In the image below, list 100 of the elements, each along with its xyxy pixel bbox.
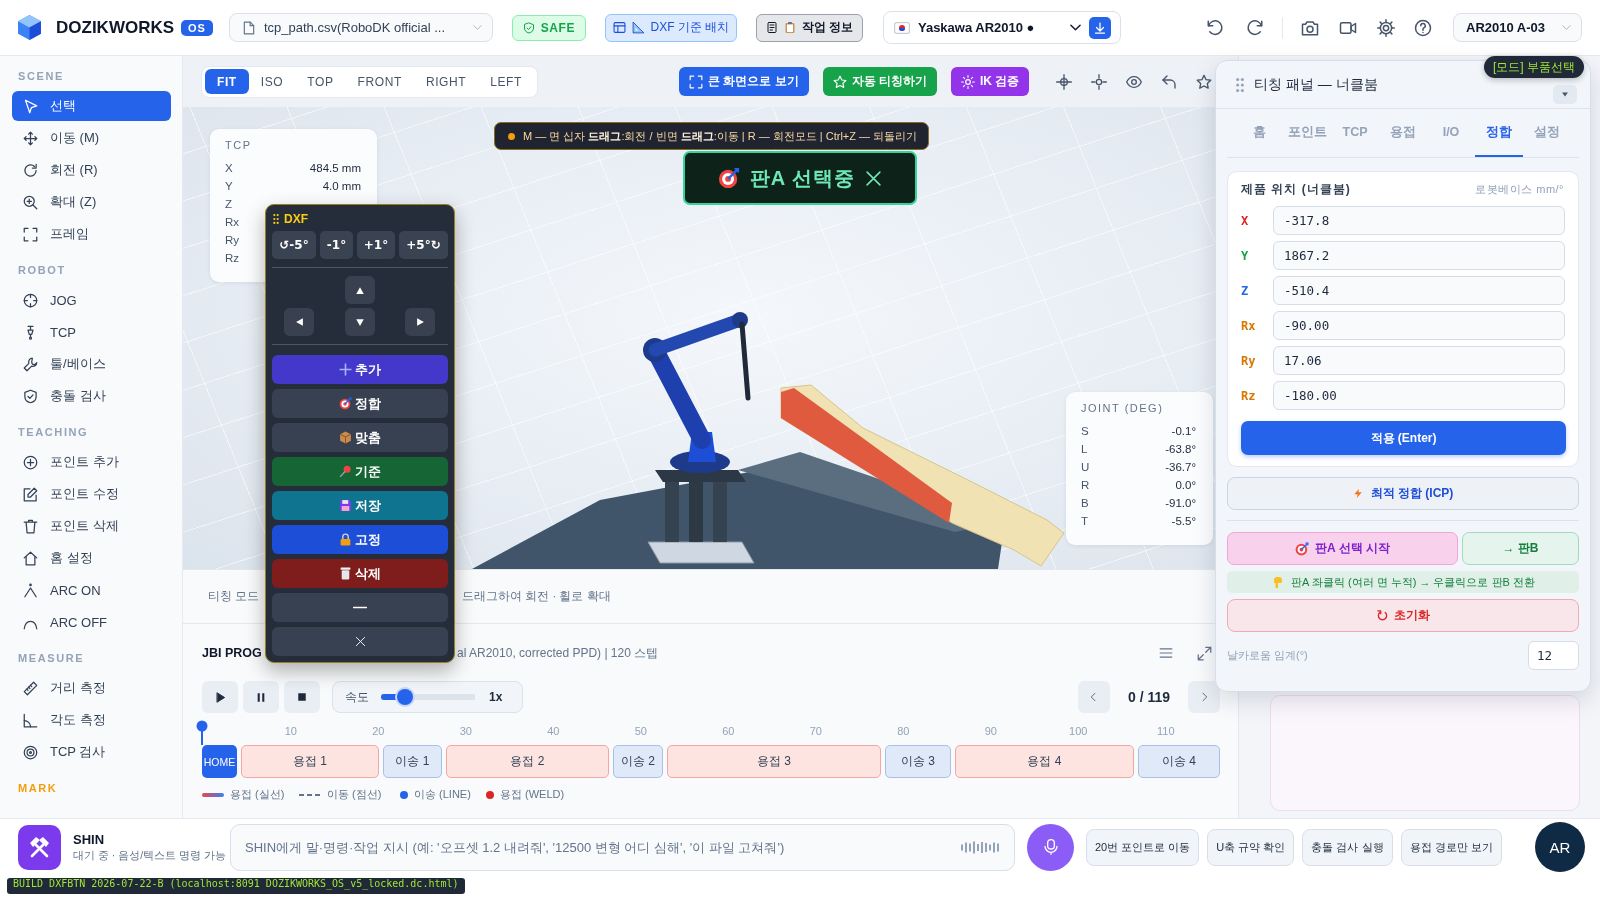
- weld-segment[interactable]: 용접 4: [955, 745, 1134, 778]
- lock-button[interactable]: 고정: [272, 525, 448, 554]
- coordinate-field[interactable]: 1867.2: [1273, 241, 1565, 270]
- station-dropdown[interactable]: AR2010 A-03: [1453, 13, 1582, 42]
- sidebar-item[interactable]: 포인트 추가: [12, 447, 171, 477]
- move-segment[interactable]: 이송 4: [1138, 745, 1220, 778]
- sidebar-item[interactable]: 각도 측정: [12, 705, 171, 735]
- robot-dropdown[interactable]: Yaskawa AR2010 ●: [882, 11, 1121, 44]
- sidebar-item[interactable]: ARC OFF: [12, 607, 171, 637]
- stop-button[interactable]: [284, 681, 320, 713]
- eye-icon[interactable]: [1126, 73, 1142, 90]
- move-segment[interactable]: 이송 2: [613, 745, 663, 778]
- sidebar-item[interactable]: 거리 측정: [12, 673, 171, 703]
- undo-icon[interactable]: [1206, 18, 1224, 37]
- view-tab[interactable]: LEFT: [478, 69, 534, 94]
- coordinate-field[interactable]: -90.00: [1273, 311, 1565, 340]
- grip-icon[interactable]: [273, 214, 279, 224]
- sidebar-item[interactable]: 프레임: [12, 219, 171, 249]
- view-tab[interactable]: RIGHT: [413, 69, 479, 94]
- axis-label: X: [225, 161, 233, 175]
- icp-match-button[interactable]: 최적 정합 (ICP): [1227, 477, 1579, 510]
- coordinate-field[interactable]: 17.06: [1273, 346, 1565, 375]
- threshold-field[interactable]: 12: [1528, 641, 1579, 670]
- tick-label: 20: [372, 725, 385, 737]
- grip-icon[interactable]: [1236, 77, 1244, 92]
- plate-b-button[interactable]: → 판B: [1462, 532, 1579, 565]
- quick-command-button[interactable]: 20번 포인트로 이동: [1086, 828, 1200, 866]
- move-crosshair-icon[interactable]: [1056, 73, 1072, 90]
- close-icon[interactable]: [865, 169, 883, 187]
- rotate-step-button[interactable]: ↺-5°: [272, 231, 316, 259]
- weld-segment[interactable]: 용접 2: [446, 745, 609, 778]
- pause-button[interactable]: [243, 681, 279, 713]
- panel-tab[interactable]: 정합: [1475, 109, 1523, 157]
- reset-button[interactable]: 초기화: [1227, 599, 1579, 632]
- sidebar-item[interactable]: 포인트 수정: [12, 479, 171, 509]
- profile-button[interactable]: AR: [1535, 822, 1585, 872]
- rotate-step-button[interactable]: -1°: [320, 231, 353, 259]
- view-tab[interactable]: TOP: [295, 69, 346, 94]
- move-segment[interactable]: 이송 1: [383, 745, 442, 778]
- sidebar-item[interactable]: 확대 (Z): [12, 187, 171, 217]
- list-icon[interactable]: [1158, 646, 1174, 660]
- star-icon[interactable]: [1196, 73, 1212, 90]
- sidebar-item[interactable]: 홈 설정: [12, 543, 171, 573]
- locate-icon[interactable]: [1091, 73, 1107, 90]
- coordinate-field[interactable]: -317.8: [1273, 206, 1565, 235]
- sidebar-item[interactable]: TCP 검사: [12, 737, 171, 767]
- help-icon[interactable]: [1414, 18, 1432, 37]
- sidebar-item[interactable]: ARC ON: [12, 575, 171, 605]
- fit-button[interactable]: 맞춤: [272, 423, 448, 452]
- rotate-step-button[interactable]: +1°: [357, 231, 395, 259]
- sidebar-item[interactable]: 선택: [12, 91, 171, 121]
- redo-icon[interactable]: [1246, 18, 1264, 37]
- weld-segment[interactable]: 용접 1: [241, 745, 379, 778]
- view-tab[interactable]: FRONT: [345, 69, 414, 94]
- save-button[interactable]: 저장: [272, 491, 448, 520]
- sidebar-item[interactable]: JOG: [12, 285, 171, 315]
- home-segment[interactable]: HOME: [202, 745, 237, 778]
- file-dropdown[interactable]: tcp_path.csv(RoboDK official ...: [228, 13, 493, 42]
- command-input[interactable]: SHIN에게 말·명령·작업 지시 (예: '오프셋 1.2 내려줘', '12500 변형 어디 심해', '이 파일 고쳐줘'): [230, 823, 1015, 871]
- camera-icon[interactable]: [1301, 18, 1319, 37]
- panel-title: JOINT (DEG): [1081, 401, 1164, 415]
- delete-button[interactable]: 삭제: [272, 559, 448, 588]
- quick-command-button[interactable]: U축 규약 확인: [1207, 828, 1295, 866]
- sidebar-item[interactable]: 충돌 검사: [12, 381, 171, 411]
- match-button[interactable]: 정합: [272, 389, 448, 418]
- sidebar-item[interactable]: TCP: [12, 317, 171, 347]
- apply-button[interactable]: 적용 (Enter): [1241, 421, 1566, 455]
- fullscreen-icon[interactable]: [1197, 645, 1212, 661]
- add-button[interactable]: 추가: [272, 355, 448, 384]
- weld-segment[interactable]: 용접 3: [667, 745, 881, 778]
- nudge-right-button[interactable]: [405, 308, 435, 336]
- sidebar-item[interactable]: 회전 (R): [12, 155, 171, 185]
- job-info-button[interactable]: 작업 정보: [755, 13, 863, 42]
- view-tab[interactable]: FIT: [205, 69, 249, 94]
- move-segment[interactable]: 이송 3: [885, 745, 951, 778]
- ik-check-button[interactable]: IK 검증: [951, 67, 1030, 96]
- nudge-down-button[interactable]: [344, 308, 375, 336]
- sidebar-item[interactable]: 이동 (M): [12, 123, 171, 153]
- coordinate-field[interactable]: -510.4: [1273, 276, 1565, 305]
- nudge-left-button[interactable]: [284, 308, 314, 336]
- settings-icon[interactable]: [1377, 18, 1395, 37]
- quick-command-button[interactable]: 충돌 검사 실행: [1302, 828, 1393, 866]
- rotate-step-button[interactable]: +5°↻: [399, 231, 448, 259]
- download-button[interactable]: [1088, 16, 1111, 39]
- undo-arrow-icon[interactable]: [1161, 73, 1177, 90]
- pick-plate-a-button[interactable]: 판A 선택 시작: [1227, 532, 1458, 565]
- playhead-handle[interactable]: [196, 720, 208, 745]
- microphone-button[interactable]: [1027, 823, 1074, 871]
- base-button[interactable]: 기준: [272, 457, 448, 486]
- sidebar-item[interactable]: 툴/베이스: [12, 349, 171, 379]
- fullscreen-view-button[interactable]: 큰 화면으로 보기: [678, 67, 809, 96]
- quick-command-button[interactable]: 용접 경로만 보기: [1400, 828, 1502, 866]
- coordinate-field[interactable]: -180.00: [1273, 381, 1565, 410]
- view-tab[interactable]: ISO: [248, 69, 296, 94]
- dxf-placement-button[interactable]: DXF 기준 배치: [604, 13, 737, 42]
- speed-slider-thumb[interactable]: [396, 689, 413, 705]
- sun-icon: [961, 74, 975, 89]
- play-button[interactable]: [202, 681, 238, 713]
- sidebar-item[interactable]: 포인트 삭제: [12, 511, 171, 541]
- nudge-up-button[interactable]: [344, 276, 375, 304]
